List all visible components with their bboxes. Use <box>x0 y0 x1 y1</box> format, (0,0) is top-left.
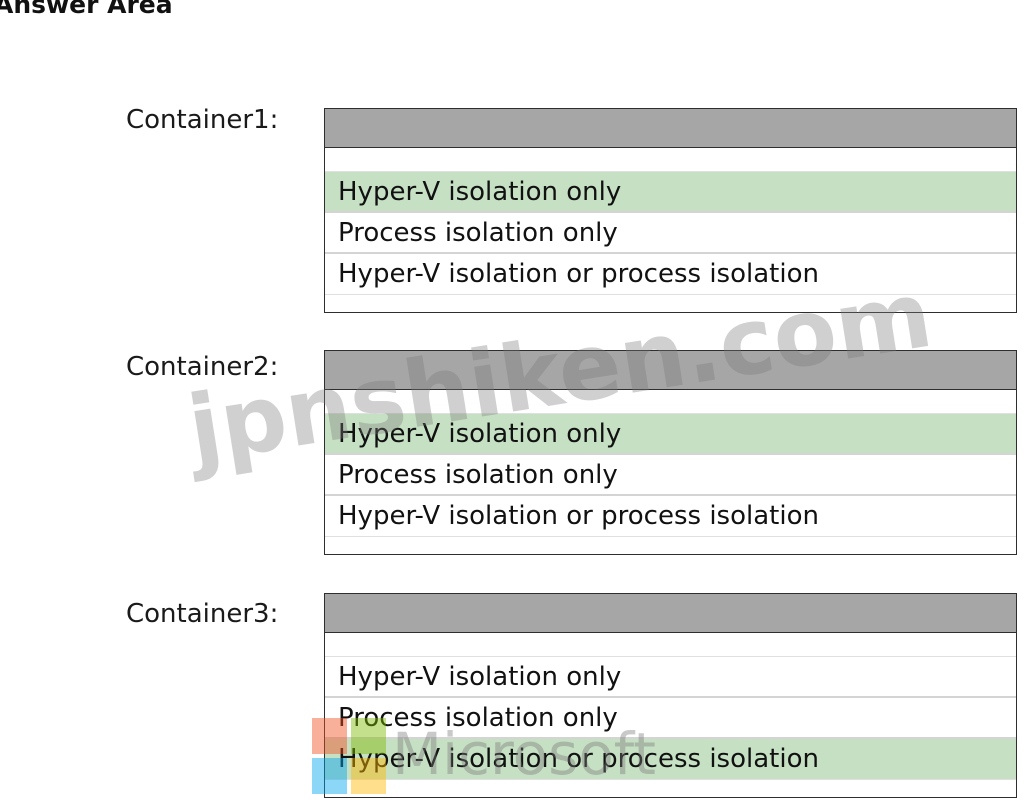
container2-label: Container2: <box>126 352 279 382</box>
container2-option-hyperv-or-process[interactable]: Hyper-V isolation or process isolation <box>325 496 1016 537</box>
container1-option-process-only[interactable]: Process isolation only <box>325 213 1016 254</box>
container1-label: Container1: <box>126 105 279 135</box>
container3-label: Container3: <box>126 599 279 629</box>
container1-option-hyperv-or-process[interactable]: Hyper-V isolation or process isolation <box>325 254 1016 295</box>
container2-option-process-only[interactable]: Process isolation only <box>325 455 1016 496</box>
container3-dropdown[interactable]: Hyper-V isolation only Process isolation… <box>324 593 1017 798</box>
answer-area: Answer Area Container1: Hyper-V isolatio… <box>0 0 1027 800</box>
container3-option-hyperv-or-process[interactable]: Hyper-V isolation or process isolation <box>325 739 1016 780</box>
container1-option-hyperv-only[interactable]: Hyper-V isolation only <box>325 172 1016 213</box>
answer-area-title: Answer Area <box>0 0 173 19</box>
container2-dropdown-header[interactable] <box>325 351 1016 390</box>
container3-dropdown-header[interactable] <box>325 594 1016 633</box>
container2-dropdown[interactable]: Hyper-V isolation only Process isolation… <box>324 350 1017 555</box>
container1-dropdown-header[interactable] <box>325 109 1016 148</box>
container3-option-hyperv-only[interactable]: Hyper-V isolation only <box>325 657 1016 698</box>
container2-option-hyperv-only[interactable]: Hyper-V isolation only <box>325 414 1016 455</box>
container3-option-process-only[interactable]: Process isolation only <box>325 698 1016 739</box>
container1-dropdown[interactable]: Hyper-V isolation only Process isolation… <box>324 108 1017 313</box>
